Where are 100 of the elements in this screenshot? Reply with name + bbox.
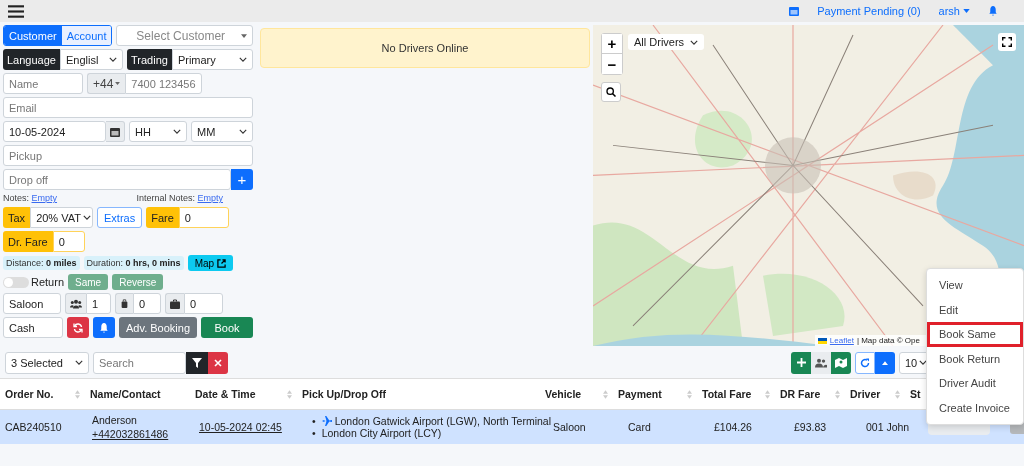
menu-icon[interactable]	[8, 4, 24, 18]
book-button[interactable]: Book	[201, 317, 253, 338]
add-booking-button[interactable]	[791, 351, 811, 374]
customer-type-tab[interactable]: Customer	[4, 26, 62, 45]
list-bullet: •	[312, 427, 316, 439]
column-header[interactable]: Name/Contact	[90, 388, 185, 400]
pickup-address: London Gatwick Airport (LGW), North Terminal	[334, 415, 551, 427]
minute-select[interactable]: MM	[191, 121, 253, 142]
chevron-down-icon	[173, 129, 181, 134]
suitcases-field[interactable]: 0	[184, 293, 223, 314]
return-toggle[interactable]	[3, 276, 29, 288]
menu-item[interactable]: Book Return	[927, 346, 1023, 371]
payment-field[interactable]: Cash	[3, 317, 63, 338]
driver-filter-select[interactable]: All Drivers	[628, 34, 705, 50]
date-time-link[interactable]: 10-05-2024 02:45	[199, 421, 282, 433]
caret-icon	[115, 82, 121, 85]
calendar-icon	[110, 126, 120, 137]
collapse-button[interactable]	[875, 351, 895, 374]
add-stop-button[interactable]: +	[231, 169, 253, 190]
search-field[interactable]: Search	[93, 351, 186, 374]
menu-item[interactable]: View	[927, 273, 1023, 298]
extras-button[interactable]: Extras	[97, 207, 143, 228]
bag-icon	[120, 299, 129, 308]
chevron-down-icon	[239, 57, 247, 62]
sort-icon	[895, 389, 900, 399]
pickup-field[interactable]: Pickup	[3, 145, 253, 166]
hand-luggage-field[interactable]: 0	[133, 293, 161, 314]
map-search-button[interactable]	[601, 82, 621, 102]
return-label: Return	[31, 276, 65, 288]
plane-icon	[321, 416, 332, 426]
language-label: Language	[3, 49, 60, 70]
list-bullet: •	[312, 415, 316, 427]
column-header[interactable]: Total Fare	[702, 388, 770, 400]
menu-item[interactable]: Edit	[927, 297, 1023, 322]
column-header[interactable]: Date & Time	[195, 388, 292, 400]
drivers-button[interactable]	[811, 351, 831, 374]
notify-button[interactable]	[93, 317, 115, 338]
caret-up-icon	[882, 360, 888, 365]
dropoff-address: London City Airport (LCY)	[321, 427, 442, 439]
passengers-field[interactable]: 1	[86, 293, 111, 314]
column-header[interactable]: Payment	[618, 388, 692, 400]
fullscreen-button[interactable]	[998, 33, 1016, 51]
phone-field[interactable]: 7400 123456	[125, 73, 202, 94]
distance-badge: Distance: 0 miles	[3, 256, 80, 270]
refresh-icon	[860, 357, 870, 368]
people-icon	[70, 298, 82, 309]
name-field[interactable]: Name	[3, 73, 83, 94]
columns-select[interactable]: 3 Selected	[5, 351, 89, 374]
customer-type-tab[interactable]: Account	[61, 26, 112, 45]
customer-select[interactable]: Select Customer	[116, 25, 253, 46]
menu-item[interactable]: Book Same	[927, 322, 1023, 347]
flag-icon	[817, 337, 827, 344]
trading-label: Trading	[127, 49, 172, 70]
tax-select[interactable]: 20% VAT	[30, 207, 93, 228]
email-field[interactable]: Email	[3, 97, 253, 118]
menu-item[interactable]: Driver Audit	[927, 371, 1023, 396]
internal-notes-label: Internal Notes: Empty	[136, 193, 223, 204]
order-number: CAB240510	[5, 421, 62, 433]
fare-field[interactable]: 0	[178, 207, 230, 228]
total-fare-cell: £104.26	[714, 421, 752, 433]
column-header[interactable]: Driver	[850, 388, 900, 400]
filter-button[interactable]	[186, 351, 208, 374]
sort-icon	[75, 389, 80, 399]
chevron-down-icon	[239, 129, 247, 134]
vehicle-cell: Saloon	[553, 421, 586, 433]
column-header[interactable]: DR Fare	[780, 388, 840, 400]
language-select[interactable]: Englisl	[59, 49, 123, 70]
country-code-select[interactable]: +44	[87, 73, 126, 94]
dropoff-field[interactable]: Drop off	[3, 169, 231, 190]
no-drivers-alert: No Drivers Online	[260, 28, 590, 68]
vehicle-field[interactable]: Saloon	[3, 293, 61, 314]
map-view-button[interactable]	[831, 351, 851, 374]
page-size-select[interactable]: 10	[899, 351, 929, 374]
reload-button[interactable]	[855, 351, 875, 374]
dr-fare-field[interactable]: 0	[52, 231, 85, 252]
fare-label: Fare	[146, 207, 179, 228]
notes-link[interactable]: Empty	[31, 193, 58, 203]
column-header[interactable]: Vehicle	[545, 388, 608, 400]
hour-select[interactable]: HH	[129, 121, 187, 142]
sort-icon	[687, 389, 692, 399]
date-picker-button[interactable]	[106, 121, 125, 142]
clear-button[interactable]	[208, 351, 228, 374]
trading-select[interactable]: Primary	[171, 49, 253, 70]
refresh-button[interactable]	[67, 317, 89, 338]
phone-link[interactable]: +442032861486	[92, 428, 169, 440]
calendar-icon[interactable]	[789, 6, 800, 16]
adv-booking-button[interactable]: Adv. Booking	[119, 317, 197, 338]
driver-cell: 001 John	[866, 421, 910, 433]
column-header[interactable]: Order No.	[5, 388, 80, 400]
map-button[interactable]: Map	[187, 255, 234, 271]
zoom-in-button[interactable]: +	[602, 34, 622, 54]
column-header[interactable]: Pick Up/Drop Off	[302, 388, 535, 400]
user-menu[interactable]: arsh	[938, 5, 970, 17]
internal-notes-link[interactable]: Empty	[197, 193, 223, 203]
leaflet-link[interactable]: Leaflet	[829, 336, 854, 345]
bell-icon[interactable]	[988, 6, 998, 16]
date-field[interactable]: 10-05-2024	[3, 121, 106, 142]
payment-pending-link[interactable]: Payment Pending (0)	[817, 5, 921, 17]
duration-badge: Duration: 0 hrs, 0 mins	[83, 256, 184, 270]
sort-icon	[835, 389, 840, 399]
